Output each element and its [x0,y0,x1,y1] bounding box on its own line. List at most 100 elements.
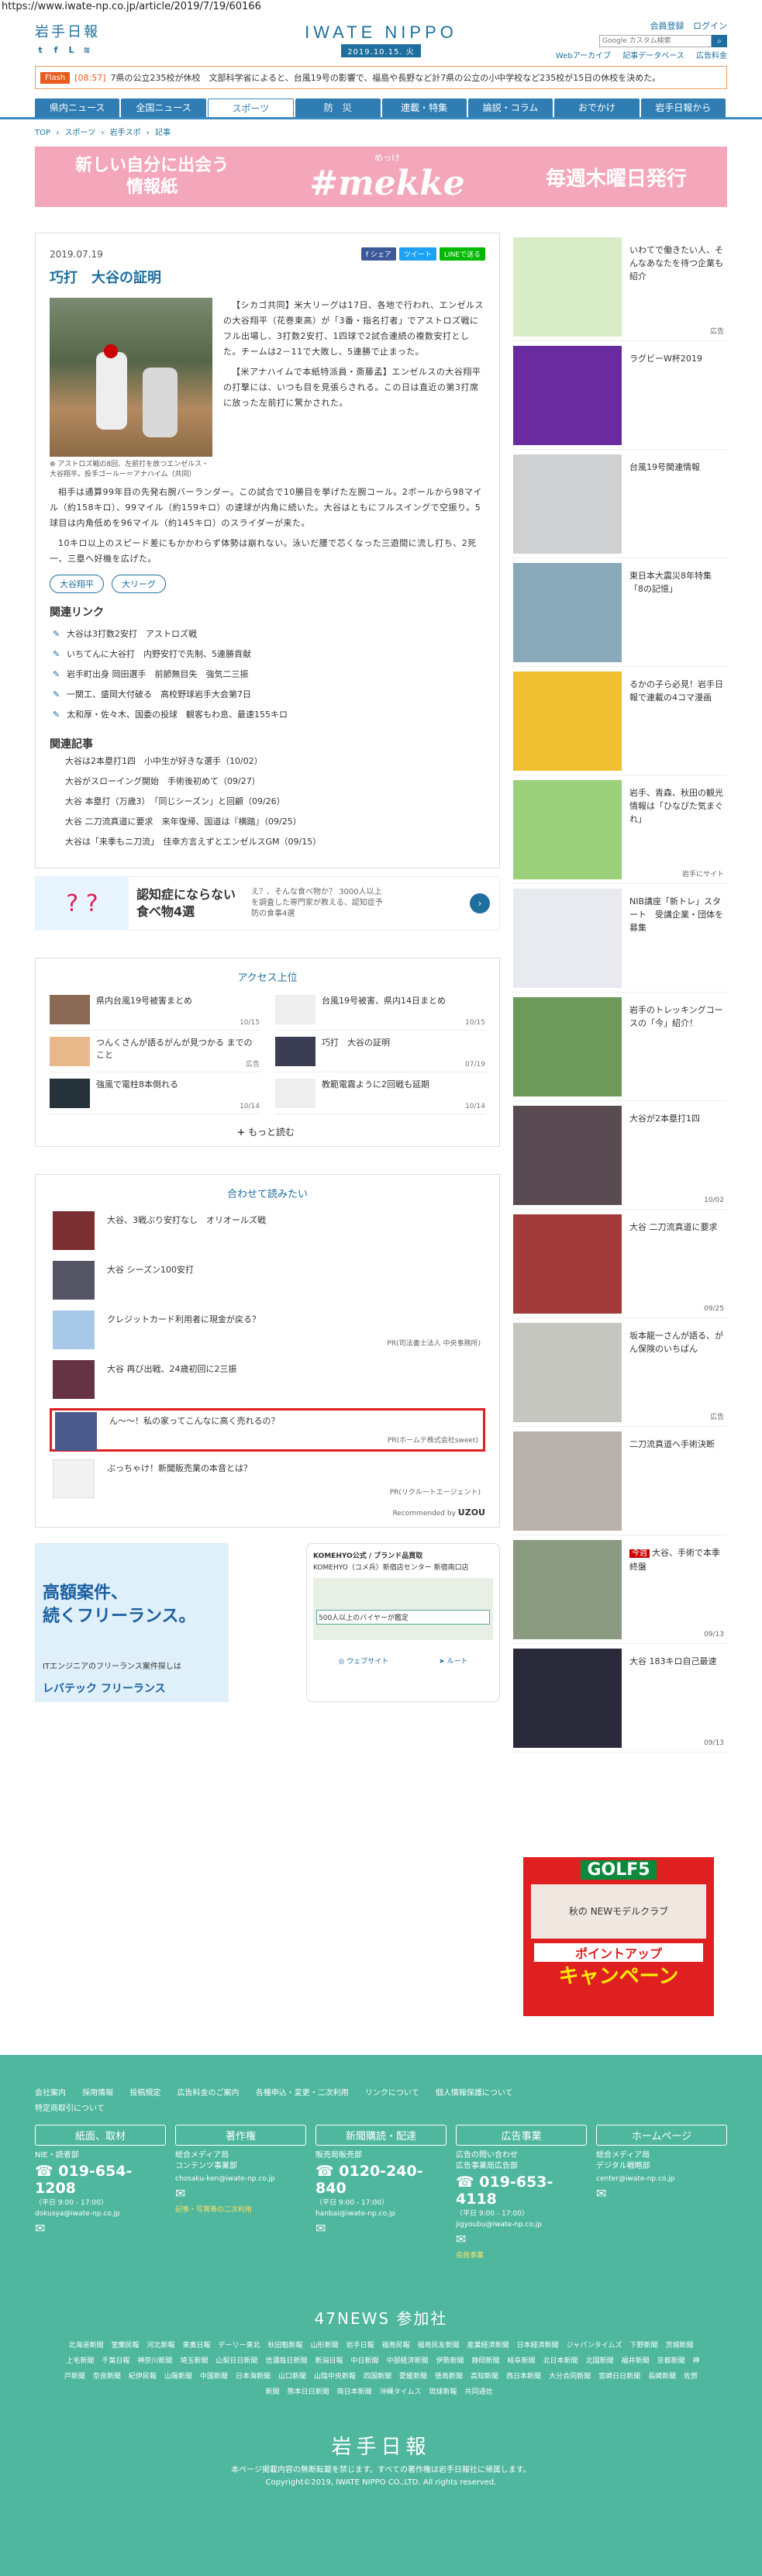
n47-member-link[interactable]: 宮崎日日新聞 [598,2373,640,2381]
n47-member-link[interactable]: 沖縄タイムス [380,2388,422,2396]
n47-member-link[interactable]: 福島民報 [382,2342,410,2350]
sidebar-item[interactable]: るかの子ら必見！岩手日報で連載の4コマ漫画 [512,667,727,775]
line-share-button[interactable]: LINEで送る [439,247,485,261]
n47-member-link[interactable]: 中日新聞 [350,2357,378,2365]
archive-link[interactable]: Webアーカイブ [556,52,611,60]
sidebar-item[interactable]: 二刀流真道へ手術決断 [512,1427,727,1535]
n47-member-link[interactable]: 四国新聞 [364,2373,391,2381]
sidebar-item[interactable]: いわてで働きたい人、そんなあなたを待つ企業も紹介 広告 [512,233,727,341]
n47-member-link[interactable]: 琉球新報 [429,2388,457,2396]
levtech-ad[interactable]: 高額案件、 続くフリーランス。 ITエンジニアのフリーランス案件探しは レバテッ… [35,1543,229,1702]
n47-member-link[interactable]: 共同通信 [464,2388,492,2396]
recommended-item[interactable]: クレジットカード利用者に現金が戻る？ PR(司法書士法人 中央事務所) [50,1309,485,1352]
recommended-item-highlighted[interactable]: ん～～！私の家ってこんなに高く売れるの？ PR(ホームテ株式会社sweet) [50,1408,485,1452]
mekke-banner[interactable]: 新しい自分に出会う 情報紙 めっけ #mekke 毎週木曜日発行 [35,147,727,207]
related-link[interactable]: いちてんに大谷打 内野安打で先制、5連勝貢献 [50,644,485,665]
nav-item-national[interactable]: 全国ニュース [121,98,206,117]
n47-member-link[interactable]: 山陽新聞 [164,2373,192,2381]
n47-member-link[interactable]: 日本経済新聞 [517,2342,559,2350]
footer-email[interactable]: jigyoubu@iwate-np.co.jp [456,2221,587,2229]
footer-link[interactable]: リンクについて [365,2089,419,2098]
footer-email[interactable]: center@iwate-np.co.jp [596,2175,727,2183]
related-link[interactable]: 一関工、盛岡大付破る 高校野球岩手大会第7日 [50,685,485,705]
nav-item-column[interactable]: 論説・コラム [467,98,553,117]
komehyo-website-button[interactable]: ◎ ウェブサイト [338,1656,388,1666]
footer-link[interactable]: 特定商取引について [35,2105,105,2113]
nav-item-outing[interactable]: おでかけ [554,98,640,117]
n47-member-link[interactable]: 紀伊民報 [129,2373,157,2381]
n47-member-link[interactable]: 中国新聞 [200,2373,228,2381]
nav-item-disaster[interactable]: 防 災 [295,98,381,117]
n47-member-link[interactable]: 茨城新聞 [666,2342,694,2350]
n47-member-link[interactable]: 山陰中央新報 [314,2373,356,2381]
n47-member-link[interactable]: 秋田魁新報 [268,2342,303,2350]
ranking-item[interactable]: つんくさんが語るがんが見つかる までのこと 広告 [50,1037,260,1072]
flash-news-bar[interactable]: Flash [08:57] 7県の公立235校が休校 文部科学省によると、台風1… [35,66,727,89]
n47-member-link[interactable]: 岐阜新聞 [508,2357,536,2365]
breadcrumb-top[interactable]: TOP [35,129,50,137]
register-link[interactable]: 会員登録 [650,21,684,31]
tag-mlb[interactable]: 大リーグ [112,575,166,593]
n47-member-link[interactable]: 大分合同新聞 [549,2373,591,2381]
search-input[interactable] [599,35,712,47]
n47-member-link[interactable]: 中部経済新聞 [386,2357,428,2365]
footer-logo[interactable]: 岩手日報 [0,2431,762,2460]
envelope-icon[interactable]: ✉ [315,2221,447,2236]
dementia-food-ad[interactable]: ? ? 認知症にならない 食べ物4選 え？、そんな食べ物か？ 3000人以上を調… [35,876,500,931]
sidebar-item[interactable]: 大谷が2本塁打1四 10/02 [512,1101,727,1210]
komehyo-ad[interactable]: KOMEHYO公式 / ブランド品買取 KOMEHYO（コメ兵）新宿店センター … [306,1543,500,1702]
recommended-item[interactable]: 大谷、3戦ぶり安打なし オリオールズ戦 [50,1210,485,1253]
ad-rates-link[interactable]: 広告料金 [696,52,727,60]
n47-member-link[interactable]: 京都新聞 [657,2357,685,2365]
facebook-share-button[interactable]: f シェア [360,247,396,261]
nav-item-sports[interactable]: スポーツ [207,98,295,117]
related-link[interactable]: 太和厚・佐々木、国委の投球 観客もわ息、最速155キロ [50,705,485,725]
n47-member-link[interactable]: 徳島新聞 [435,2373,463,2381]
sidebar-item[interactable]: ラグビーW杯2019 [512,341,727,450]
n47-member-link[interactable]: 北日本新聞 [543,2357,578,2365]
n47-member-link[interactable]: 愛媛新聞 [399,2373,427,2381]
nav-item-series[interactable]: 連載・特集 [381,98,467,117]
footer-link[interactable]: 個人情報保護について [436,2089,513,2098]
n47-member-link[interactable]: 福井新聞 [622,2357,650,2365]
n47-member-link[interactable]: 長崎新聞 [648,2373,676,2381]
envelope-icon[interactable]: ✉ [596,2186,727,2201]
login-link[interactable]: ログイン [693,21,727,31]
related-news-item[interactable]: 大谷がスローイング開始 手術後初めて（09/27） [50,772,485,792]
n47-member-link[interactable]: 埼玉新聞 [180,2357,208,2365]
footer-link[interactable]: 採用情報 [82,2089,113,2098]
more-button[interactable]: + もっと読む [50,1125,485,1138]
n47-member-link[interactable]: 上毛新聞 [66,2357,94,2365]
sidebar-item[interactable]: NIB講座「新トレ」スタート 受講企業・団体を募集 [512,884,727,993]
footer-note-link[interactable]: 会員事業 [456,2250,587,2260]
footer-note-link[interactable]: 記事・写真等の二次利用 [175,2204,306,2214]
n47-member-link[interactable]: 産業経済新聞 [467,2342,509,2350]
footer-email[interactable]: chosaku-ken@iwate-np.co.jp [175,2175,306,2183]
ranking-item[interactable]: 強風で電柱8本倒れる 10/14 [50,1079,260,1114]
sidebar-item[interactable]: 大谷 二刀流真道に要求 09/25 [512,1210,727,1318]
phone-number[interactable]: ☎ 019-654-1208 [35,2163,166,2197]
phone-number[interactable]: ☎ 019-653-4118 [456,2174,587,2208]
nav-item-local[interactable]: 県内ニュース [35,98,120,117]
footer-email[interactable]: dokusya@iwate-np.co.jp [35,2210,166,2218]
n47-member-link[interactable]: 室蘭民報 [111,2342,139,2350]
n47-member-link[interactable]: ジャパンタイムズ [567,2342,622,2350]
n47-member-link[interactable]: 北國新聞 [586,2357,614,2365]
related-news-item[interactable]: 大谷は2本塁打1四 小中生が好きな選手（10/02） [50,751,485,772]
chevron-right-icon[interactable]: › [470,893,490,913]
related-link[interactable]: 大谷は3打数2安打 アストロズ戦 [50,624,485,644]
footer-link[interactable]: 投稿規定 [129,2089,160,2098]
sidebar-item[interactable]: 台風19号関連情報 [512,450,727,558]
sidebar-item[interactable]: 東日本大震災8年特集「8の記憶」 [512,558,727,667]
footer-link[interactable]: 各種申込・変更・二次利用 [256,2089,349,2098]
golf5-ad[interactable]: GOLF5 秋の NEWモデルクラブ ポイントアップ キャンペーン [523,1857,714,2016]
related-news-item[interactable]: 大谷は「来季もニ刀流」 佳幸方言えずとエンゼルスGM（09/15） [50,832,485,852]
n47-member-link[interactable]: 信濃毎日新聞 [265,2357,307,2365]
n47-member-link[interactable]: 下野新聞 [629,2342,657,2350]
n47-member-link[interactable]: デーリー東北 [219,2342,260,2350]
n47-member-link[interactable]: 岩手日報 [347,2342,374,2350]
tag-ohtani[interactable]: 大谷翔平 [50,575,104,593]
n47-member-link[interactable]: 河北新報 [147,2342,175,2350]
envelope-icon[interactable]: ✉ [456,2232,587,2246]
footer-link[interactable]: 会社案内 [35,2089,66,2098]
